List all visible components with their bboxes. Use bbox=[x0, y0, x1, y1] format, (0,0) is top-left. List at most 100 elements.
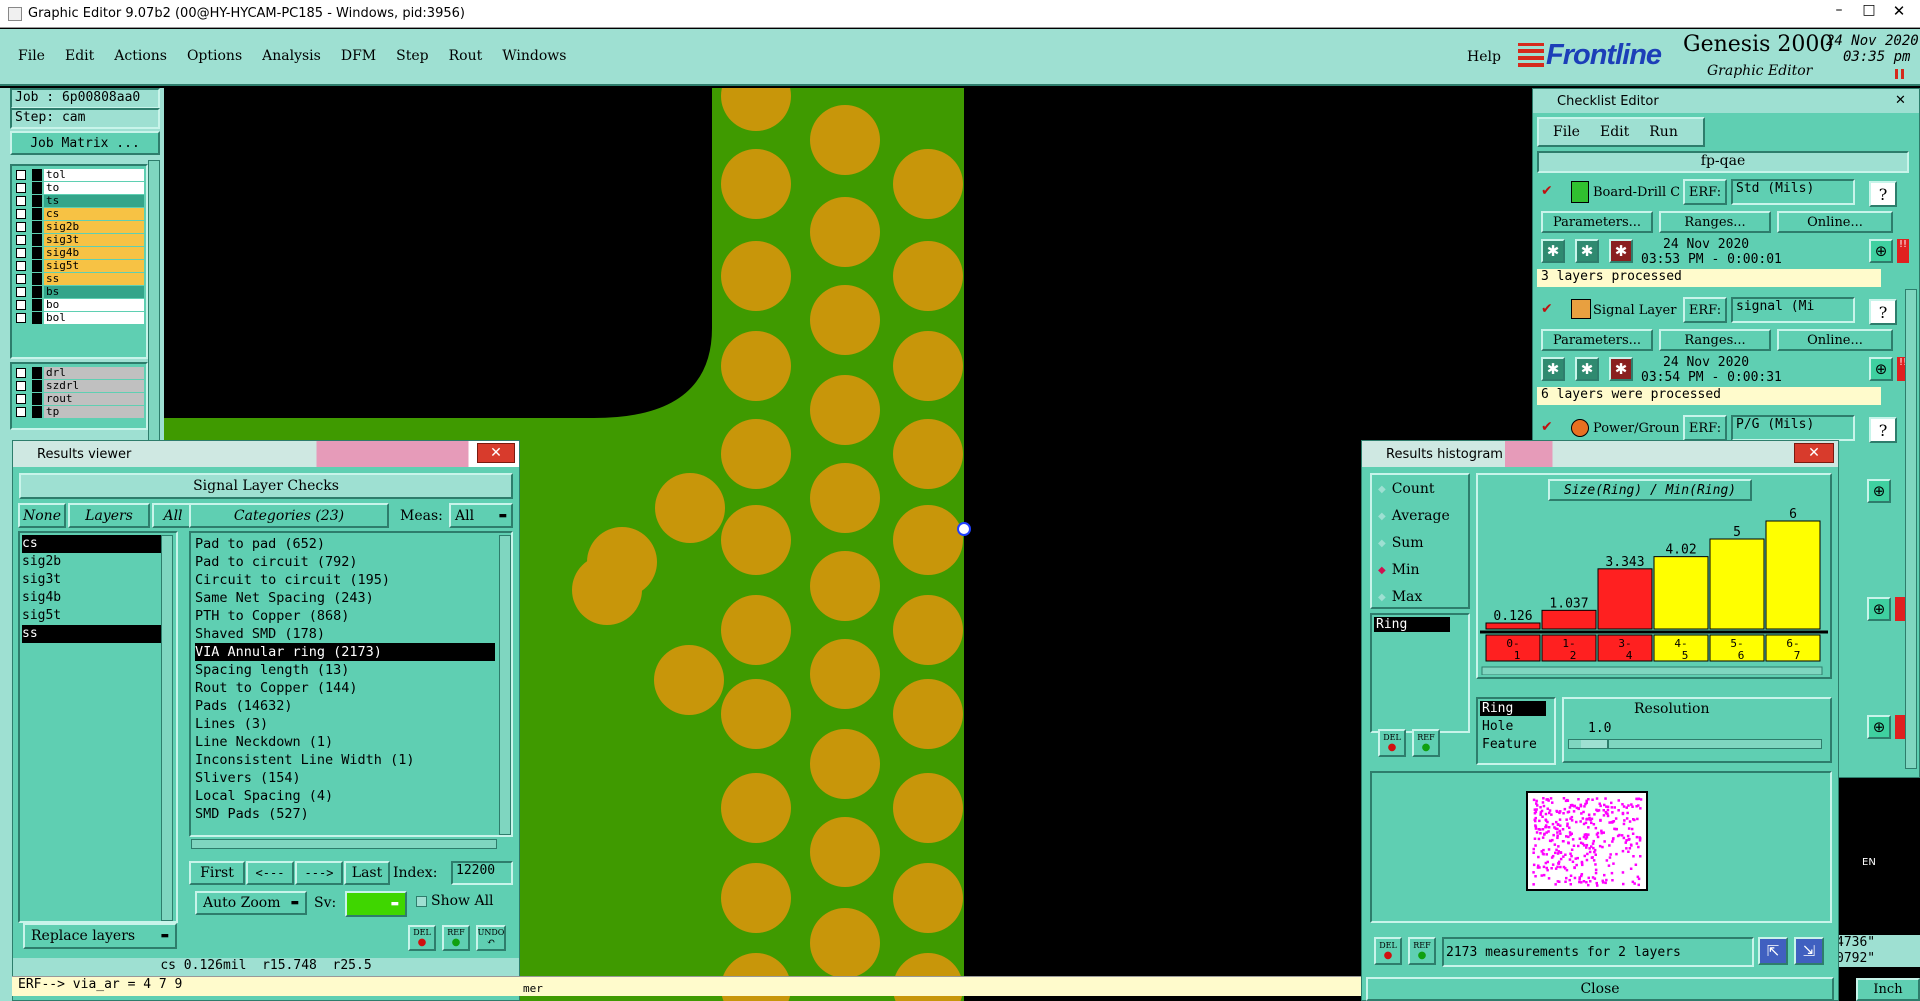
erf-value[interactable]: signal (Mi bbox=[1731, 297, 1855, 323]
category-item[interactable]: Lines (3) bbox=[195, 715, 495, 733]
minimize-icon[interactable]: – bbox=[1828, 2, 1850, 22]
menu-windows[interactable]: Windows bbox=[502, 48, 566, 64]
via-pad[interactable] bbox=[721, 331, 791, 401]
result-layer-item[interactable]: sig2b bbox=[22, 553, 162, 571]
layer-row-tol[interactable]: tol bbox=[14, 168, 144, 181]
layer-checkbox[interactable] bbox=[16, 299, 26, 310]
menu-edit[interactable]: Edit bbox=[65, 48, 94, 64]
categories-scrollbar[interactable] bbox=[499, 535, 511, 835]
checklist-menu-run[interactable]: Run bbox=[1649, 124, 1678, 140]
layers-button[interactable]: Layers bbox=[68, 503, 150, 528]
via-pad[interactable] bbox=[721, 595, 791, 665]
via-pad[interactable] bbox=[810, 908, 880, 978]
menu-analysis[interactable]: Analysis bbox=[262, 48, 321, 64]
via-pad[interactable] bbox=[721, 149, 791, 219]
zoom-result-icon[interactable]: ⊕ bbox=[1867, 479, 1891, 503]
category-item[interactable]: Pad to circuit (792) bbox=[195, 553, 495, 571]
via-pad[interactable] bbox=[721, 505, 791, 575]
histogram-hscrollbar[interactable] bbox=[1481, 666, 1823, 675]
zoom-result-icon[interactable]: ⊕ bbox=[1869, 357, 1893, 381]
help-button[interactable]: ? bbox=[1869, 181, 1897, 207]
type-item-feature[interactable]: Feature bbox=[1480, 737, 1546, 752]
via-pad[interactable] bbox=[721, 863, 791, 933]
category-item[interactable]: Same Net Spacing (243) bbox=[195, 589, 495, 607]
help-button[interactable]: ? bbox=[1869, 299, 1897, 325]
export-icon[interactable]: ⇱ bbox=[1758, 937, 1788, 965]
first-button[interactable]: First bbox=[189, 861, 245, 885]
run-icon[interactable]: ✱ bbox=[1541, 357, 1565, 381]
layer-checkbox[interactable] bbox=[16, 169, 26, 180]
result-layer-item[interactable]: sig3t bbox=[22, 571, 162, 589]
erf-value[interactable]: P/G (Mils) bbox=[1731, 415, 1855, 441]
category-item[interactable]: Shaved SMD (178) bbox=[195, 625, 495, 643]
via-pad[interactable] bbox=[810, 285, 880, 355]
categories-button[interactable]: Categories (23) bbox=[189, 503, 389, 528]
menu-rout[interactable]: Rout bbox=[449, 48, 483, 64]
layer-row-bo[interactable]: bo bbox=[14, 298, 144, 311]
histogram-close-button[interactable]: ✕ bbox=[1794, 443, 1834, 463]
run-all-icon[interactable]: ✱ bbox=[1575, 239, 1599, 263]
category-item[interactable]: Local Spacing (4) bbox=[195, 787, 495, 805]
layer-row-drl[interactable]: drl bbox=[14, 366, 144, 379]
layer-row-bs[interactable]: bs bbox=[14, 285, 144, 298]
check-enabled-icon[interactable]: ✔ bbox=[1541, 183, 1553, 199]
type-item-hole[interactable]: Hole bbox=[1480, 719, 1546, 734]
layer-row-sig5t[interactable]: sig5t bbox=[14, 259, 144, 272]
via-pad[interactable] bbox=[893, 149, 963, 219]
via-pad[interactable] bbox=[810, 639, 880, 709]
mode-option-sum[interactable]: ◆ Sum bbox=[1378, 535, 1424, 551]
category-item[interactable]: Line Neckdown (1) bbox=[195, 733, 495, 751]
category-item[interactable]: Inconsistent Line Width (1) bbox=[195, 751, 495, 769]
via-pad[interactable] bbox=[810, 817, 880, 887]
category-item[interactable]: Pads (14632) bbox=[195, 697, 495, 715]
ranges-button[interactable]: Ranges... bbox=[1659, 329, 1771, 351]
via-pad[interactable] bbox=[893, 863, 963, 933]
menu-options[interactable]: Options bbox=[187, 48, 242, 64]
help-button[interactable]: ? bbox=[1869, 417, 1897, 443]
layer-checkbox[interactable] bbox=[16, 367, 26, 378]
via-pad[interactable] bbox=[810, 197, 880, 267]
layer-row-to[interactable]: to bbox=[14, 181, 144, 194]
menu-actions[interactable]: Actions bbox=[114, 48, 167, 64]
category-item[interactable]: Slivers (154) bbox=[195, 769, 495, 787]
parameters-button[interactable]: Parameters... bbox=[1541, 211, 1653, 233]
checklist-menu-file[interactable]: File bbox=[1553, 124, 1580, 140]
job-matrix-button[interactable]: Job Matrix ... bbox=[10, 131, 160, 155]
layer-row-tp[interactable]: tp bbox=[14, 405, 144, 418]
histogram-bar[interactable] bbox=[1709, 538, 1765, 630]
via-pad[interactable] bbox=[721, 773, 791, 843]
erf-button[interactable]: ERF: bbox=[1683, 179, 1727, 205]
menu-file[interactable]: File bbox=[18, 48, 45, 64]
hist-ref-button[interactable]: REF ● bbox=[1412, 729, 1440, 757]
mode-option-average[interactable]: ◆ Average bbox=[1378, 508, 1450, 524]
layer-checkbox[interactable] bbox=[16, 195, 26, 206]
via-pad[interactable] bbox=[810, 463, 880, 533]
replace-layers-select[interactable]: Replace layers ▬ bbox=[23, 923, 177, 949]
histogram-chart[interactable]: 0.1260-11.0371-23.3433-44.024-555-666-7 bbox=[1480, 505, 1828, 675]
via-pad[interactable] bbox=[655, 473, 725, 543]
show-all-checkbox[interactable] bbox=[416, 896, 427, 907]
result-layer-item[interactable]: sig5t bbox=[22, 607, 162, 625]
erf-button[interactable]: ERF: bbox=[1683, 297, 1727, 323]
online-button[interactable]: Online... bbox=[1777, 329, 1893, 351]
close-icon[interactable]: ✕ bbox=[1888, 2, 1910, 22]
layer-checkbox[interactable] bbox=[16, 182, 26, 193]
via-pad[interactable] bbox=[810, 729, 880, 799]
via-pad[interactable] bbox=[810, 105, 880, 175]
histogram-bar[interactable] bbox=[1541, 609, 1597, 630]
results-viewer-close-button[interactable]: ✕ bbox=[477, 443, 515, 463]
checklist-close-icon[interactable]: ✕ bbox=[1895, 93, 1906, 108]
type-item-ring[interactable]: Ring bbox=[1480, 701, 1546, 716]
menu-dfm[interactable]: DFM bbox=[341, 48, 376, 64]
via-pad[interactable] bbox=[893, 331, 963, 401]
run-icon[interactable]: ✱ bbox=[1541, 239, 1565, 263]
check-enabled-icon[interactable]: ✔ bbox=[1541, 419, 1553, 435]
category-item[interactable]: Rout to Copper (144) bbox=[195, 679, 495, 697]
resolution-slider[interactable] bbox=[1568, 739, 1822, 749]
online-button[interactable]: Online... bbox=[1777, 211, 1893, 233]
measure-list-item[interactable]: Ring bbox=[1374, 617, 1450, 632]
categories-hscrollbar[interactable] bbox=[191, 839, 497, 849]
layer-checkbox[interactable] bbox=[16, 393, 26, 404]
layers-none-button[interactable]: None bbox=[18, 503, 66, 528]
ranges-button[interactable]: Ranges... bbox=[1659, 211, 1771, 233]
